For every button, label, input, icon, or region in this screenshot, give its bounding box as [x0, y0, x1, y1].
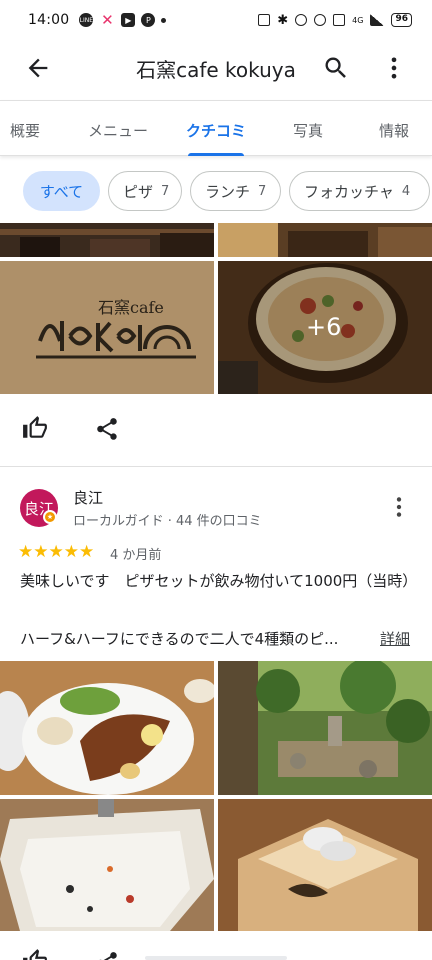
back-arrow-icon[interactable]: [24, 54, 52, 82]
review-photo[interactable]: [0, 799, 214, 931]
chip-count: 4: [401, 183, 411, 199]
status-time: 14:00: [28, 12, 70, 28]
vibrate-icon: [333, 14, 346, 26]
battery-icon: 96: [391, 13, 412, 27]
review-age: 4 か月前: [110, 548, 162, 563]
review-photo[interactable]: [0, 661, 214, 795]
share-icon[interactable]: [94, 416, 120, 442]
kokuya-logo-sign-image: 石窯cafe: [0, 261, 214, 394]
tab-reviews[interactable]: クチコミ: [186, 101, 246, 157]
reviewer-name[interactable]: 良江: [73, 487, 103, 508]
place-tabs: 概要 メニュー クチコミ 写真 情報: [0, 100, 432, 156]
garden-image: [218, 661, 432, 795]
notification-icons: LINE ✕ ▶ P: [79, 11, 167, 29]
tab-photos[interactable]: 写真: [293, 101, 323, 157]
app-bar: 石窯cafe kokuya: [0, 40, 432, 96]
more-vert-icon[interactable]: [380, 54, 408, 82]
review-photo[interactable]: 石窯cafe: [0, 261, 214, 394]
scroll-indicator: [145, 956, 287, 960]
tab-overview[interactable]: 概要: [10, 101, 40, 157]
active-tab-indicator: [188, 153, 244, 156]
bluetooth-icon: ✱: [277, 12, 289, 28]
review-text-truncated: ハーフ&ハーフにできるので二人で4種類のピ...: [20, 630, 339, 648]
restaurant-interior-image: [0, 223, 214, 257]
svg-text:石窯cafe: 石窯cafe: [98, 298, 164, 317]
share-icon[interactable]: [94, 950, 120, 960]
chip-focaccia[interactable]: フォカッチャ 4: [289, 171, 430, 211]
thumb-up-icon[interactable]: [22, 415, 48, 441]
review-divider: [0, 466, 432, 467]
review-more-link[interactable]: 詳細: [380, 625, 410, 654]
tab-about[interactable]: 情報: [379, 101, 409, 157]
chip-label: すべて: [39, 182, 84, 201]
nfc-icon: [258, 14, 271, 26]
signal-icon: [370, 14, 385, 26]
lunch-plate-image: [0, 661, 214, 795]
local-guide-badge-icon: ★: [43, 510, 57, 524]
chip-pizza[interactable]: ピザ 7: [108, 171, 182, 211]
chip-all[interactable]: すべて: [23, 171, 100, 211]
youtube-icon: ▶: [121, 13, 136, 27]
location-icon: [314, 14, 327, 26]
more-photos-count: +6: [306, 313, 342, 341]
app-x-icon: ✕: [101, 11, 114, 29]
chip-label: ピザ: [123, 182, 154, 201]
mute-icon: [295, 14, 308, 26]
thumb-up-icon[interactable]: [22, 948, 48, 960]
chip-count: 7: [258, 183, 267, 199]
chip-label: ランチ: [205, 182, 251, 201]
star-rating: ★★★★★: [18, 542, 95, 562]
review-photo[interactable]: [218, 799, 432, 931]
review-filter-chips: すべて ピザ 7 ランチ 7 フォカッチャ 4: [0, 171, 432, 211]
tiled-sink-image: [0, 799, 214, 931]
review-text: 美味しいです ピザセットが飲み物付いて1000円（当時）: [20, 572, 418, 590]
review-photo[interactable]: [0, 223, 214, 257]
review-actions: [0, 400, 432, 460]
chip-count: 7: [161, 183, 170, 199]
review-photo[interactable]: [218, 223, 432, 257]
tab-menu[interactable]: メニュー: [88, 101, 148, 157]
review-actions: [0, 936, 432, 960]
line-app-icon: LINE: [79, 13, 94, 27]
more-notifications-dot-icon: [161, 17, 167, 23]
more-vert-icon[interactable]: [386, 494, 412, 520]
status-bar: 14:00 LINE ✕ ▶ P ✱ 4G 96: [0, 0, 432, 40]
reviewer-meta: ローカルガイド · 44 件の口コミ: [73, 514, 262, 529]
masu-glass-image: [218, 799, 432, 931]
pinterest-icon: P: [141, 13, 156, 27]
review-photo[interactable]: [218, 661, 432, 795]
chip-lunch[interactable]: ランチ 7: [190, 171, 281, 211]
review-photo-more[interactable]: +6: [218, 261, 432, 394]
chip-label: フォカッチャ: [304, 182, 394, 201]
system-icons: ✱ 4G 96: [258, 13, 412, 28]
restaurant-interior-image: [218, 223, 432, 257]
network-type: 4G: [352, 15, 364, 25]
place-title: 石窯cafe kokuya: [136, 58, 296, 82]
search-icon[interactable]: [322, 54, 350, 82]
